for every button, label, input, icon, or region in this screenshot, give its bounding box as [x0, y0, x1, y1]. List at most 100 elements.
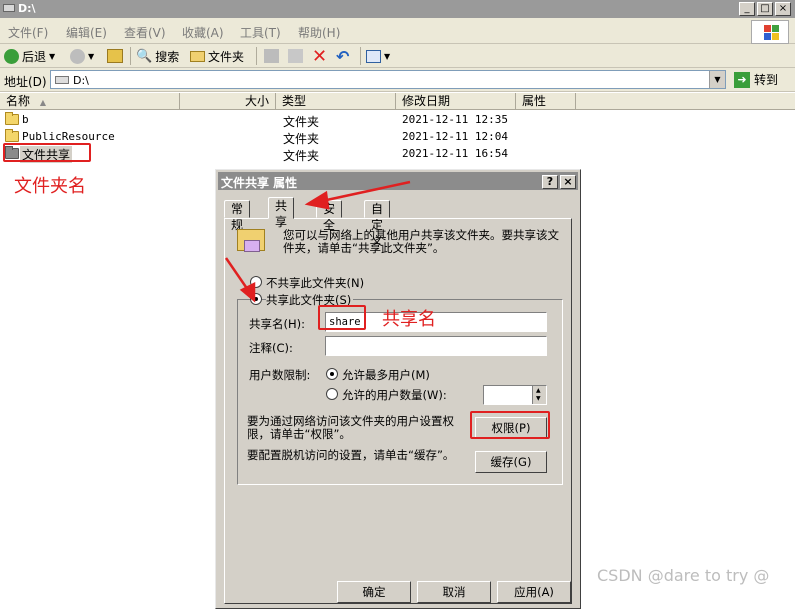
column-attributes[interactable]: 属性 — [516, 93, 576, 110]
menu-edit[interactable]: 编辑(E) — [66, 24, 107, 41]
up-folder-button[interactable] — [107, 47, 123, 65]
file-row[interactable]: b 文件夹 2021-12-11 12:35 — [0, 111, 795, 129]
tab-customize[interactable]: 自定义 — [364, 200, 391, 248]
go-button[interactable]: ➜ 转到 — [734, 71, 778, 88]
column-modified[interactable]: 修改日期 — [396, 93, 516, 110]
toolbar: 后退 ▼ ▼ 🔍 搜索 文件夹 ✕ ↶ ▼ — [0, 44, 795, 68]
file-type: 文件夹 — [283, 149, 320, 163]
menu-favorites[interactable]: 收藏(A) — [182, 24, 224, 41]
folder-name-annotation: 文件夹名 — [14, 176, 86, 197]
max-users-label: 允许最多用户(M) — [342, 368, 430, 382]
window-title-bar: D:\ _ □ × — [0, 0, 795, 18]
caching-button[interactable]: 缓存(G) — [475, 451, 547, 473]
toolbar-separator — [256, 47, 257, 65]
menu-bar: 文件(F) 编辑(E) 查看(V) 收藏(A) 工具(T) 帮助(H) — [0, 18, 795, 44]
dialog-title: 文件共享 属性 — [221, 176, 298, 190]
move-to-icon — [264, 49, 279, 63]
forward-dropdown-icon: ▼ — [88, 51, 95, 61]
folder-icon — [5, 112, 19, 125]
share-name-label: 共享名(H): — [249, 317, 305, 331]
folders-icon — [190, 50, 205, 62]
column-size[interactable]: 大小 — [180, 93, 276, 110]
folders-button[interactable]: 文件夹 — [190, 47, 244, 65]
max-users-radio[interactable] — [326, 368, 338, 380]
search-button[interactable]: 🔍 搜索 — [136, 47, 179, 65]
file-date: 2021-12-11 12:35 — [402, 113, 508, 126]
file-row[interactable]: PublicResource 文件夹 2021-12-11 12:04 — [0, 128, 795, 146]
column-name-label: 名称 — [6, 94, 31, 108]
menu-file[interactable]: 文件(F) — [8, 24, 48, 41]
spin-up-icon: ▲ — [536, 387, 541, 394]
menu-view[interactable]: 查看(V) — [124, 24, 166, 41]
share-name-highlight — [318, 305, 366, 330]
forward-arrow-icon — [70, 48, 85, 64]
close-window-button[interactable]: × — [775, 2, 791, 16]
back-arrow-icon — [4, 48, 19, 64]
file-name: PublicResource — [22, 130, 115, 143]
column-name[interactable]: 名称 ▲ — [0, 93, 180, 110]
file-name: b — [22, 113, 29, 126]
minimize-button[interactable]: _ — [739, 2, 755, 16]
folder-icon — [5, 129, 19, 142]
watermark: CSDN @dare to try @ — [597, 566, 770, 585]
comment-input[interactable] — [325, 336, 547, 356]
address-input[interactable]: D:\ ▼ — [50, 70, 726, 89]
go-arrow-icon: ➜ — [734, 71, 750, 88]
move-to-button[interactable] — [264, 47, 279, 65]
user-limit-label: 用户数限制: — [249, 368, 311, 382]
maximize-button[interactable]: □ — [757, 2, 773, 16]
tab-security[interactable]: 安全 — [316, 200, 343, 232]
caching-text: 要配置脱机访问的设置，请单击“缓存”。 — [247, 448, 455, 462]
toolbar-separator — [130, 47, 131, 65]
drive-icon — [55, 76, 69, 84]
sharing-intro-text: 您可以与网络上的其他用户共享该文件夹。要共享该文件夹，请单击“共享此文件夹”。 — [283, 228, 559, 255]
help-button[interactable]: ? — [542, 175, 558, 189]
dialog-title-bar: 文件共享 属性 ? × — [218, 172, 578, 190]
allowed-users-label: 允许的用户数量(W): — [342, 388, 447, 402]
not-share-radio[interactable] — [250, 276, 262, 288]
drive-icon — [3, 4, 15, 12]
share-radio[interactable] — [250, 293, 262, 305]
spin-down-icon: ▼ — [536, 395, 541, 402]
file-date: 2021-12-11 12:04 — [402, 130, 508, 143]
address-value: D:\ — [73, 74, 89, 87]
delete-icon: ✕ — [312, 45, 328, 67]
dialog-close-button[interactable]: × — [560, 175, 576, 189]
search-icon: 🔍 — [136, 48, 153, 64]
window-title: D:\ — [18, 2, 36, 15]
windows-logo-icon — [751, 20, 789, 44]
views-icon — [366, 49, 381, 63]
copy-to-icon — [288, 49, 303, 63]
file-list-header: 名称 ▲ 大小 类型 修改日期 属性 — [0, 93, 795, 110]
go-label: 转到 — [754, 73, 779, 87]
share-name-annotation: 共享名 — [382, 309, 436, 330]
forward-button[interactable]: ▼ — [70, 47, 94, 65]
menu-help[interactable]: 帮助(H) — [298, 24, 340, 41]
apply-button[interactable]: 应用(A) — [497, 581, 571, 603]
address-bar: 地址(D) D:\ ▼ ➜ 转到 — [0, 68, 795, 92]
permissions-text: 要为通过网络访问该文件夹的用户设置权限，请单击“权限”。 — [247, 414, 454, 441]
file-row-selected[interactable]: 文件共享 文件夹 2021-12-11 16:54 — [0, 145, 795, 163]
undo-button[interactable]: ↶ — [336, 46, 350, 66]
properties-dialog: 文件共享 属性 ? × 常规 共享 安全 自定义 您可以与网络上的其他用户共享该… — [215, 169, 581, 609]
views-button[interactable]: ▼ — [366, 47, 390, 65]
search-label: 搜索 — [155, 49, 180, 64]
column-type[interactable]: 类型 — [276, 93, 396, 110]
sort-ascending-icon: ▲ — [39, 98, 46, 107]
up-folder-icon — [107, 49, 123, 63]
toolbar-separator — [360, 47, 361, 65]
tab-sharing[interactable]: 共享 — [268, 197, 295, 229]
copy-to-button[interactable] — [288, 47, 303, 65]
ok-button[interactable]: 确定 — [337, 581, 411, 603]
tab-general[interactable]: 常规 — [224, 200, 251, 232]
menu-tools[interactable]: 工具(T) — [240, 24, 281, 41]
cancel-button[interactable]: 取消 — [417, 581, 491, 603]
undo-icon: ↶ — [336, 46, 350, 66]
allowed-users-radio[interactable] — [326, 388, 338, 400]
back-button[interactable]: 后退 ▼ — [4, 47, 55, 65]
address-label: 地址(D) — [4, 75, 47, 89]
address-dropdown-icon[interactable]: ▼ — [709, 71, 725, 88]
allowed-users-input[interactable]: ▲ ▼ — [483, 385, 547, 405]
delete-button[interactable]: ✕ — [312, 45, 328, 67]
allowed-users-spinner[interactable]: ▲ ▼ — [532, 386, 546, 404]
